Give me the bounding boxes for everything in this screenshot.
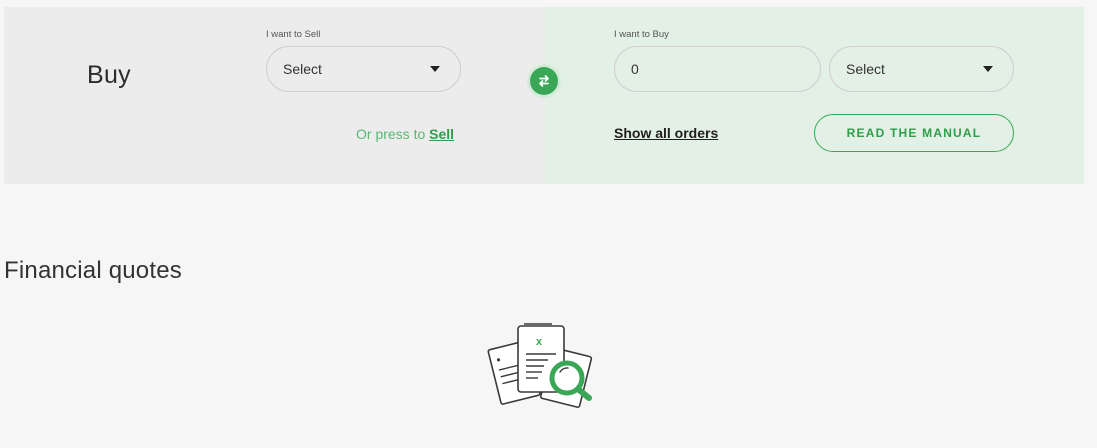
- show-all-orders-link[interactable]: Show all orders: [614, 125, 718, 141]
- trade-panel: Buy I want to Sell Select Or press to Se…: [4, 7, 1084, 184]
- press-to-sell: Or press to Sell: [356, 126, 454, 142]
- buy-side-panel: I want to Buy 0 Select Show all orders R…: [545, 7, 1084, 184]
- sell-currency-value: Select: [283, 61, 322, 77]
- document-search-icon: x: [487, 323, 593, 408]
- financial-quotes-title: Financial quotes: [4, 257, 182, 284]
- sell-field-label: I want to Sell: [266, 29, 321, 40]
- press-prefix: Or press to: [356, 126, 426, 142]
- swap-arrows-glyph: [539, 75, 549, 87]
- sell-currency-select[interactable]: Select: [266, 46, 461, 92]
- read-manual-button[interactable]: READ THE MANUAL: [814, 114, 1014, 152]
- buy-currency-value: Select: [846, 61, 885, 77]
- chevron-down-icon: [983, 66, 993, 72]
- sell-link[interactable]: Sell: [429, 126, 454, 142]
- buy-field-label: I want to Buy: [614, 29, 669, 40]
- swap-arrows-icon[interactable]: [530, 67, 558, 95]
- buy-currency-select[interactable]: Select: [829, 46, 1014, 92]
- svg-text:x: x: [536, 336, 543, 348]
- trade-title: Buy: [87, 61, 131, 89]
- buy-amount-input[interactable]: 0: [614, 46, 821, 92]
- chevron-down-icon: [430, 66, 440, 72]
- buy-amount-value: 0: [631, 61, 639, 77]
